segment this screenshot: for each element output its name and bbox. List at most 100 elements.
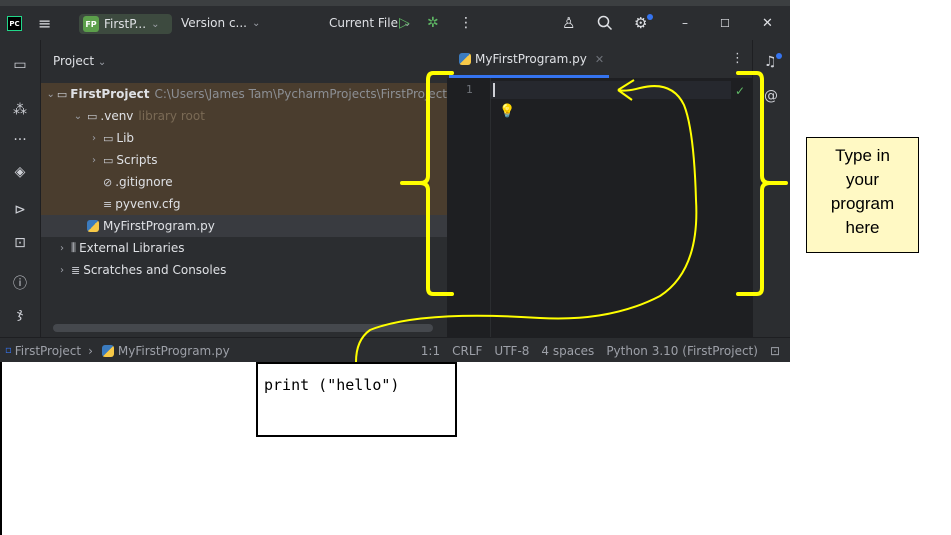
tree-item-label: pyvenv.cfg <box>115 197 181 211</box>
folder-icon: ▭ <box>103 153 114 167</box>
git-icon[interactable]: ჯ <box>0 306 40 322</box>
cursor-position[interactable]: 1:1 <box>421 344 440 358</box>
project-path: C:\Users\James Tam\PycharmProjects\First… <box>154 87 447 101</box>
close-icon[interactable]: ✕ <box>762 6 773 40</box>
structure-icon[interactable]: ⁂ <box>0 102 40 118</box>
tree-item-label: .venv <box>100 109 134 123</box>
close-tab-icon[interactable]: ✕ <box>595 53 604 66</box>
folder-icon: ▭ <box>56 87 68 101</box>
notification-dot <box>647 14 653 20</box>
page-left-border <box>0 362 2 535</box>
folder-icon[interactable]: ▭ <box>0 57 40 73</box>
tree-item-external-libraries[interactable]: › ⫼ External Libraries <box>41 237 447 259</box>
tree-item-label: Scripts <box>116 153 158 167</box>
debug-icon[interactable]: ✲ <box>427 6 439 40</box>
vcs-selector[interactable]: Version c... ⌄ <box>181 6 260 40</box>
project-name: FirstP... <box>104 17 147 31</box>
tree-item-label: FirstProject <box>70 87 150 101</box>
tree-item-pyvenv[interactable]: ≡ pyvenv.cfg <box>41 193 447 215</box>
ignore-file-icon: ⊘ <box>103 175 113 189</box>
tree-item-gitignore[interactable]: ⊘ .gitignore <box>41 171 447 193</box>
project-badge: FP <box>83 16 99 32</box>
search-icon[interactable] <box>597 6 613 40</box>
project-panel-header[interactable]: Project ⌄ <box>53 54 106 68</box>
editor-tab-bar: MyFirstProgram.py ✕ ⋮ <box>447 40 752 79</box>
editor-tab[interactable]: MyFirstProgram.py ✕ <box>447 40 609 78</box>
breadcrumb-project[interactable]: FirstProject <box>15 344 81 358</box>
chevron-right-icon[interactable]: › <box>55 243 69 254</box>
title-bar: PC ≡ FP FirstP... ⌄ Version c... ⌄ Curre… <box>0 6 790 40</box>
tree-item-lib[interactable]: › ▭ Lib <box>41 127 447 149</box>
chevron-down-icon: ⌄ <box>251 17 261 29</box>
ai-assistant-icon[interactable]: @ <box>764 88 778 104</box>
callout-line: here <box>845 218 880 237</box>
tree-item-myfirstprogram[interactable]: MyFirstProgram.py <box>41 215 447 237</box>
tree-item-label: .gitignore <box>115 175 173 189</box>
module-icon: ▫ <box>5 345 12 356</box>
tree-item-scratches[interactable]: › ≣ Scratches and Consoles <box>41 259 447 281</box>
tree-item-firstproject[interactable]: ⌄ ▭ FirstProject C:\Users\James Tam\Pych… <box>41 83 447 105</box>
tab-label: MyFirstProgram.py <box>475 52 587 66</box>
code-sample-box-top <box>256 362 457 364</box>
text-file-icon: ≡ <box>103 197 113 211</box>
lock-icon[interactable]: ⊡ <box>770 344 780 358</box>
play-circle-icon[interactable]: ⊳ <box>0 202 40 218</box>
layers-icon[interactable]: ◈ <box>0 164 40 180</box>
callout-box: Type in your program here <box>806 137 919 253</box>
callout-line: Type in <box>835 146 890 165</box>
python-file-icon <box>87 220 99 232</box>
vcs-label: Version c... <box>181 16 247 30</box>
folder-icon: ▭ <box>87 109 98 123</box>
folder-icon: ▭ <box>103 131 114 145</box>
chevron-down-icon[interactable]: ⌄ <box>46 89 54 100</box>
tree-item-label: External Libraries <box>79 241 185 255</box>
notifications-icon[interactable]: ♫ <box>764 54 777 70</box>
callout-line: program <box>830 194 895 213</box>
chevron-down-icon[interactable]: ⌄ <box>71 111 85 122</box>
python-interpreter[interactable]: Python 3.10 (FirstProject) <box>606 344 758 358</box>
tree-item-label: Scratches and Consoles <box>83 263 227 277</box>
chevron-right-icon: › <box>88 343 93 358</box>
indent-setting[interactable]: 4 spaces <box>541 344 594 358</box>
file-encoding[interactable]: UTF-8 <box>494 344 529 358</box>
more-icon[interactable]: ⋮ <box>459 6 473 40</box>
notification-dot <box>776 53 782 59</box>
run-icon[interactable]: ▷ <box>399 6 410 40</box>
code-sample-text: print ("hello") <box>264 376 400 394</box>
tree-item-venv[interactable]: ⌄ ▭ .venv library root <box>41 105 447 127</box>
problems-icon[interactable]: ⓘ <box>0 273 40 293</box>
project-selector[interactable]: FP FirstP... ⌄ <box>79 14 172 34</box>
code-editor[interactable] <box>447 78 752 337</box>
chevron-right-icon[interactable]: › <box>55 265 69 276</box>
python-file-icon <box>459 53 471 65</box>
add-user-icon[interactable]: ♙ <box>562 6 575 40</box>
line-ending[interactable]: CRLF <box>452 344 482 358</box>
pycharm-logo-icon: PC <box>7 16 22 31</box>
more-icon[interactable]: ··· <box>0 132 40 148</box>
settings-icon[interactable]: ⚙ <box>634 6 647 40</box>
hamburger-menu-icon[interactable]: ≡ <box>38 6 51 40</box>
tree-item-label: Lib <box>116 131 135 145</box>
run-config-label: Current File <box>329 16 398 30</box>
pycharm-window: PC ≡ FP FirstP... ⌄ Version c... ⌄ Curre… <box>0 0 790 362</box>
callout-line: your <box>845 170 880 189</box>
project-panel: Project ⌄ ⌄ ▭ FirstProject C:\Users\Jame… <box>41 40 447 337</box>
right-tool-strip: ♫ @ <box>752 40 790 337</box>
minimize-icon[interactable]: – <box>682 6 688 40</box>
left-tool-strip: ▭ ⁂ ··· ◈ ⊳ ⊡ ⓘ ჯ <box>0 40 41 337</box>
python-file-icon <box>101 344 114 357</box>
breadcrumb-file[interactable]: MyFirstProgram.py <box>118 344 230 358</box>
maximize-icon[interactable]: ☐ <box>720 6 730 40</box>
more-icon[interactable]: ⋮ <box>731 51 744 66</box>
horizontal-scrollbar[interactable] <box>53 324 433 332</box>
terminal-icon[interactable]: ⊡ <box>0 235 40 251</box>
chevron-right-icon[interactable]: › <box>87 133 101 144</box>
chevron-right-icon[interactable]: › <box>87 155 101 166</box>
scratches-icon: ≣ <box>71 263 81 277</box>
tree-item-scripts[interactable]: › ▭ Scripts <box>41 149 447 171</box>
code-sample-box <box>256 362 457 437</box>
library-root-note: library root <box>138 109 205 123</box>
editor-area: MyFirstProgram.py ✕ ⋮ 1 💡 ✓ <box>447 40 752 337</box>
status-bar: ▫ FirstProject › MyFirstProgram.py 1:1 C… <box>0 337 790 362</box>
library-icon: ⫼ <box>71 241 77 254</box>
